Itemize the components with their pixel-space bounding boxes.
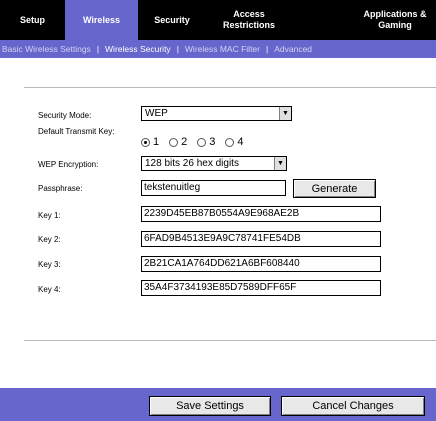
- key-4-radio-label: 4: [237, 136, 244, 148]
- top-divider: [24, 87, 436, 88]
- key-2-input[interactable]: 6FAD9B4513E9A9C78741FE54DB: [141, 231, 381, 247]
- subnav-separator: |: [96, 44, 100, 54]
- key-2-radio-label: 2: [181, 136, 188, 148]
- sub-navigation: Basic Wireless Settings | Wireless Secur…: [0, 40, 436, 58]
- key-3-radio-label: 3: [209, 136, 216, 148]
- tab-setup[interactable]: Setup: [0, 0, 65, 40]
- subnav-separator: |: [176, 44, 179, 54]
- passphrase-label: Passphrase:: [38, 184, 83, 193]
- tab-access-restrictions[interactable]: Access Restrictions: [206, 0, 292, 40]
- wep-encryption-select[interactable]: 128 bits 26 hex digits ▼: [141, 156, 287, 171]
- subtab-basic-wireless-settings[interactable]: Basic Wireless Settings: [2, 44, 91, 54]
- passphrase-input[interactable]: tekstenuitleg: [141, 180, 286, 196]
- default-transmit-key-label: Default Transmit Key:: [38, 127, 115, 136]
- chevron-down-icon[interactable]: ▼: [279, 107, 291, 120]
- key-1-radio[interactable]: [141, 137, 150, 147]
- subnav-separator: |: [266, 44, 269, 54]
- cancel-changes-button[interactable]: Cancel Changes: [281, 396, 425, 416]
- top-navigation: Setup Wireless Security Access Restricti…: [0, 0, 436, 40]
- wep-encryption-label: WEP Encryption:: [38, 160, 99, 169]
- tab-wireless[interactable]: Wireless: [65, 0, 138, 40]
- default-transmit-key-radio-group: 1 2 3 4: [141, 136, 254, 148]
- footer-bar: Save Settings Cancel Changes: [0, 388, 436, 421]
- subtab-wireless-mac-filter[interactable]: Wireless MAC Filter: [185, 44, 260, 54]
- tab-applications-gaming[interactable]: Applications & Gaming: [354, 0, 436, 40]
- subtab-advanced[interactable]: Advanced: [274, 44, 312, 54]
- security-mode-select[interactable]: WEP ▼: [141, 106, 292, 121]
- subtab-wireless-security[interactable]: Wireless Security: [105, 44, 171, 54]
- chevron-down-icon[interactable]: ▼: [274, 157, 286, 170]
- generate-button[interactable]: Generate: [293, 179, 376, 198]
- key-2-radio[interactable]: [169, 137, 179, 147]
- security-mode-value: WEP: [145, 108, 168, 119]
- key-4-label: Key 4:: [38, 285, 61, 294]
- key-1-radio-label: 1: [153, 136, 160, 148]
- key-1-input[interactable]: 2239D45EB87B0554A9E968AE2B: [141, 206, 381, 222]
- key-3-radio[interactable]: [197, 137, 207, 147]
- security-mode-label: Security Mode:: [38, 111, 92, 120]
- key-2-label: Key 2:: [38, 235, 61, 244]
- save-settings-button[interactable]: Save Settings: [149, 396, 271, 416]
- tab-security[interactable]: Security: [138, 0, 206, 40]
- wep-encryption-value: 128 bits 26 hex digits: [145, 158, 239, 169]
- key-3-label: Key 3:: [38, 260, 61, 269]
- key-4-input[interactable]: 35A4F3734193E85D7589DFF65F: [141, 280, 381, 296]
- key-1-label: Key 1:: [38, 211, 61, 220]
- key-4-radio[interactable]: [225, 137, 235, 147]
- bottom-divider: [24, 340, 436, 341]
- key-3-input[interactable]: 2B21CA1A764DD621A6BF608440: [141, 256, 381, 272]
